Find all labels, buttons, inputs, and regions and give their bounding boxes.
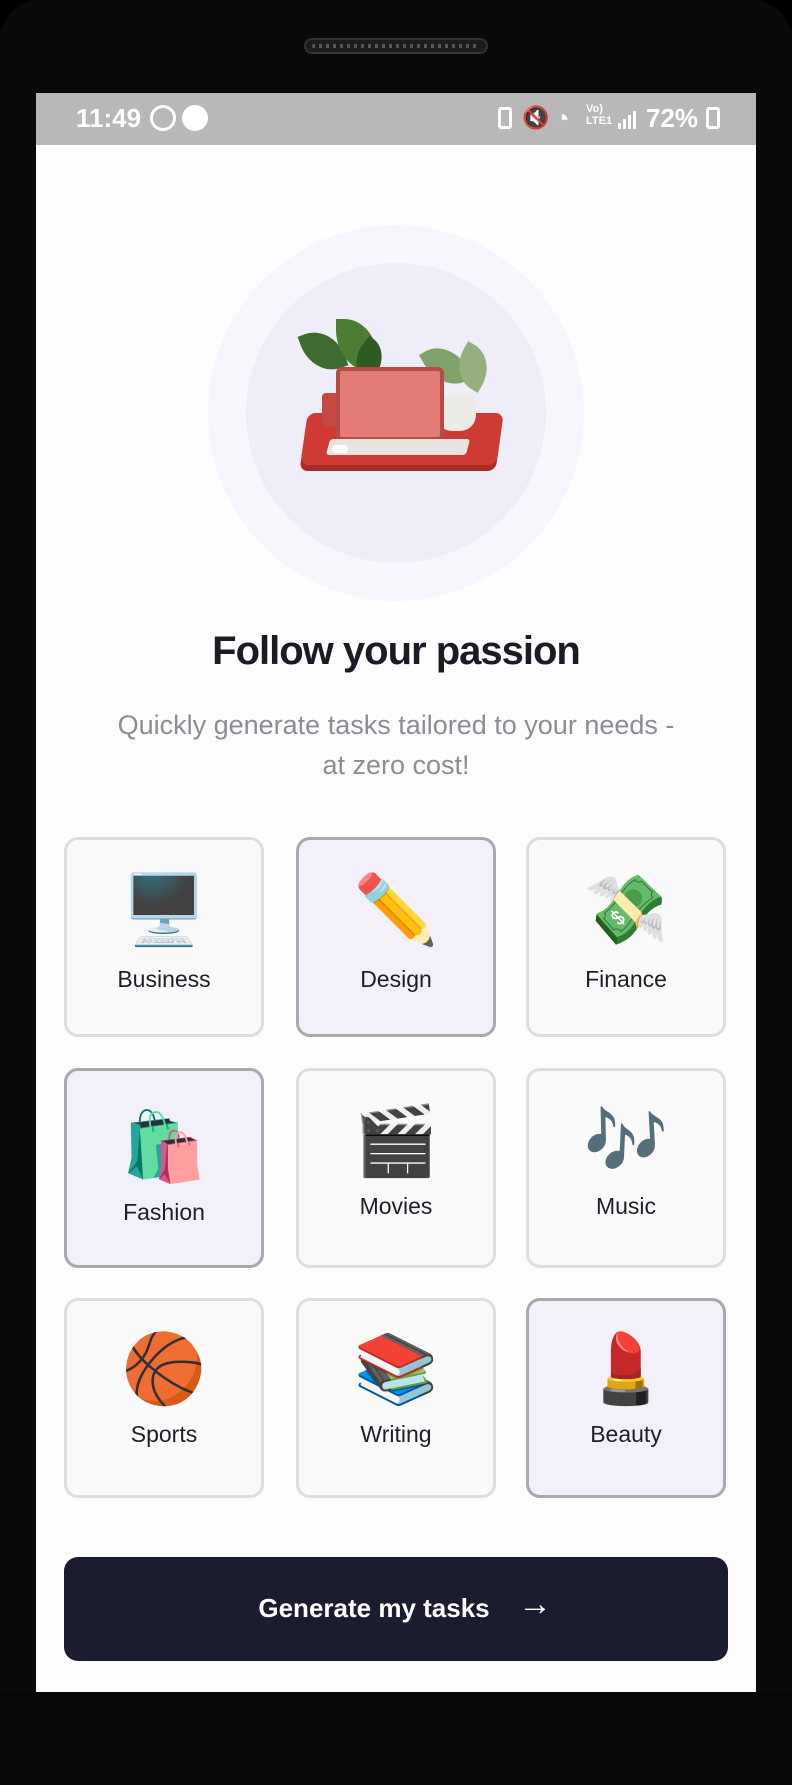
mouse-shape: [332, 445, 348, 453]
computer-monitor-icon: 🖥️: [121, 872, 207, 948]
earpiece-speaker: [304, 38, 488, 54]
category-card-fashion[interactable]: 🛍️ Fashion: [64, 1068, 264, 1268]
bottom-bezel: [0, 1692, 792, 1785]
category-card-beauty[interactable]: 💄 Beauty: [526, 1298, 726, 1498]
wifi-icon: ◔: [554, 103, 570, 133]
phone-call-icon: [182, 105, 208, 131]
category-label: Music: [595, 1193, 657, 1219]
app-screen: 11:49 🔇 ◔ Vo) LTE1 72% Follow your passi…: [36, 93, 756, 1693]
laptop-screen: [336, 367, 444, 441]
category-card-design[interactable]: ✏️ Design: [296, 837, 496, 1037]
generate-tasks-button[interactable]: Generate my tasks →: [64, 1557, 728, 1661]
arrow-right-icon: →: [518, 1585, 552, 1623]
category-card-business[interactable]: 🖥️ Business: [64, 837, 264, 1037]
category-label: Writing: [360, 1421, 432, 1447]
page-title: Follow your passion: [212, 629, 581, 673]
books-icon: 📚: [353, 1331, 439, 1407]
category-card-finance[interactable]: 💸 Finance: [526, 837, 726, 1037]
category-label: Business: [117, 966, 211, 992]
basketball-icon: 🏀: [121, 1331, 207, 1407]
whatsapp-icon: [150, 105, 176, 131]
category-label: Fashion: [123, 1199, 205, 1225]
clapper-board-icon: 🎬: [353, 1103, 439, 1179]
battery-icon: [706, 107, 720, 129]
lte-label: Vo) LTE1: [586, 103, 613, 127]
category-label: Sports: [130, 1421, 198, 1447]
generate-tasks-label: Generate my tasks: [258, 1593, 490, 1623]
pencil-icon: ✏️: [353, 872, 439, 948]
signal-icon: [618, 109, 638, 129]
phone-frame: 11:49 🔇 ◔ Vo) LTE1 72% Follow your passi…: [0, 0, 792, 1785]
category-card-writing[interactable]: 📚 Writing: [296, 1298, 496, 1498]
mute-icon: 🔇: [522, 105, 550, 130]
category-label: Design: [360, 966, 432, 992]
category-card-movies[interactable]: 🎬 Movies: [296, 1068, 496, 1268]
category-card-sports[interactable]: 🏀 Sports: [64, 1298, 264, 1498]
lock-icon: [498, 107, 512, 129]
category-label: Finance: [585, 966, 667, 992]
category-label: Beauty: [590, 1421, 662, 1447]
music-notes-icon: 🎶: [583, 1103, 669, 1179]
category-card-music[interactable]: 🎶 Music: [526, 1068, 726, 1268]
category-label: Movies: [359, 1193, 433, 1219]
status-time: 11:49: [76, 103, 142, 133]
money-with-wings-icon: 💸: [583, 872, 669, 948]
shopping-bags-icon: 🛍️: [121, 1109, 207, 1185]
battery-percent: 72%: [646, 103, 699, 133]
lipstick-icon: 💄: [583, 1331, 669, 1407]
status-bar: 11:49 🔇 ◔ Vo) LTE1 72%: [36, 93, 756, 145]
page-subtitle: Quickly generate tasks tailored to your …: [117, 710, 675, 780]
